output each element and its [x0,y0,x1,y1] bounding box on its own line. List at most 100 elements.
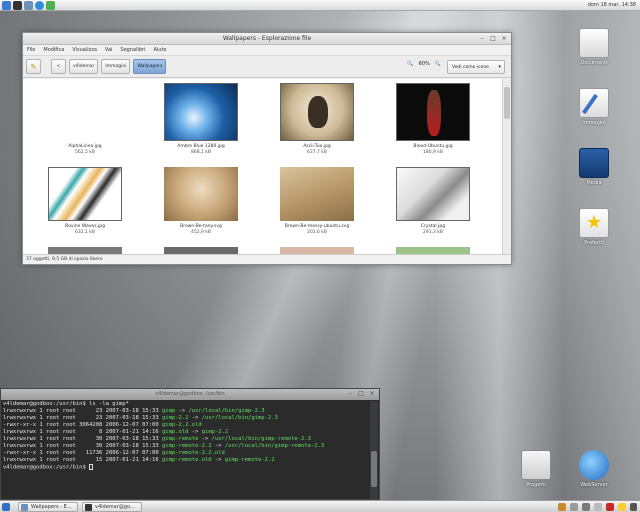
minimize-button[interactable]: – [478,35,486,42]
menu-help[interactable]: Aiuto [153,47,166,53]
file-size: 562,5 kB [74,150,95,155]
menu-go[interactable]: Vai [105,47,113,53]
window-titlebar[interactable]: Wallpapers - Esplorazione file – □ × [23,33,511,45]
desktop-icon-label: Documenti [580,60,608,66]
terminal-line-text: -rwxr-xr-x 1 root root 3064208 2006-12-0… [3,422,162,428]
desktop-icon-images[interactable]: Immagini [568,88,620,126]
desktop-icon-favorites[interactable]: ★ Preferiti [568,208,620,246]
breadcrumb-images[interactable]: Immagini [101,59,131,74]
kde-menu-icon[interactable] [2,0,11,10]
file-thumbnail [396,167,470,221]
terminal-filename: gimp-remote-2.2 [161,443,212,449]
network-icon[interactable] [594,503,602,511]
file-name: Bovine Waves.jpg [65,224,105,229]
file-manager-window[interactable]: Wallpapers - Esplorazione file – □ × Fil… [22,32,512,265]
file-item[interactable]: Bovine Waves.jpg 632,1 kB [35,167,135,235]
scrollbar-thumb[interactable] [371,451,377,487]
breadcrumb-home[interactable]: v4ldemar [69,59,99,74]
task-file-manager[interactable]: Wallpapers - E... [18,502,78,512]
desktop-icon-documents[interactable]: Documenti [568,28,620,66]
menu-file[interactable]: File [27,47,35,53]
minimize-button[interactable]: – [346,390,354,397]
paint-icon[interactable] [46,0,55,10]
terminal-icon[interactable] [13,0,22,10]
terminal-arrow: -> [198,436,212,442]
back-button[interactable]: < [51,59,66,74]
desktop-icon-media[interactable]: Media [568,148,620,186]
window-titlebar[interactable]: v4ldemar@godbox: /usr/bin – □ × [1,389,379,400]
browser-icon[interactable] [35,0,44,10]
terminal-line: lrwxrwxrwx 1 root root 23 2007-03-18 15:… [3,415,369,422]
folder-icon[interactable] [24,0,33,10]
file-name: Crystal.jpg [420,224,446,229]
file-thumbnail [280,167,354,221]
terminal-output[interactable]: v4ldemar@godbox:/usr/bin$ ls -la gimp* lr… [3,401,369,499]
terminal-window[interactable]: v4ldemar@godbox: /usr/bin – □ × v4ldemar… [0,388,380,500]
terminal-line-text: lrwxrwxrwx 1 root root 23 2007-03-18 15:… [3,415,162,421]
breadcrumb-wallpapers[interactable]: Wallpapers [133,59,167,74]
lock-icon[interactable] [570,503,578,511]
terminal-line: lrwxrwxrwx 1 root root 30 2007-03-18 15:… [3,436,369,443]
chat-icon[interactable] [618,503,626,511]
task-label: v4ldemar@go... [95,504,135,510]
edit-location-button[interactable]: ✎ [26,59,41,74]
menu-edit[interactable]: Modifica [43,47,64,53]
maximize-button[interactable]: □ [489,35,497,42]
file-thumbnail [280,83,354,141]
zoom-out-icon[interactable]: 🔍 [407,61,413,67]
file-thumbnail [48,167,122,221]
scrollbar-thumb[interactable] [504,87,510,119]
zoom-in-icon[interactable]: 🔍 [435,61,441,67]
terminal-arrow: -> [188,429,202,435]
file-name: AlphaLinea.jpg [68,144,102,149]
file-item[interactable]: Crystal.jpg 291,3 kB [383,167,483,235]
terminal-link-target: /usr/local/bin/gimp-2.3 [201,415,278,421]
close-button[interactable]: × [500,35,508,42]
volume-icon[interactable] [630,503,637,511]
clock[interactable]: dom 18 mar, 14:38 [588,2,636,8]
terminal-arrow: -> [175,408,189,414]
media-icon [579,148,609,178]
terminal-line: lrwxrwxrwx 1 root root 23 2007-03-18 15:… [3,408,369,415]
terminal-filename: gimp [161,408,176,414]
file-item[interactable]: Brown-Be-messy-ubuntu.svg 202,6 kB [267,167,367,235]
file-size: 637,7 kB [306,150,327,155]
file-item[interactable]: Brown-Be-tany.svg 452,9 kB [151,167,251,235]
menu-bookmarks[interactable]: Segnalibri [120,47,145,53]
terminal-line: v4ldemar@godbox:/usr/bin$ [3,464,369,472]
terminal-line: lrwxrwxrwx 1 root root 8 2007-01-21 14:1… [3,429,369,436]
maximize-button[interactable]: □ [357,390,365,397]
kde-start-icon[interactable] [2,503,10,511]
desktop-icon-webserver[interactable]: WebServer [568,450,620,488]
file-item[interactable]: AlphaLinea.jpg 562,5 kB [35,83,135,155]
webserver-icon [579,450,609,480]
desktop-icon-projects[interactable]: Progetti [510,450,562,488]
terminal-line: -rwxr-xr-x 1 root root 11736 2006-12-07 … [3,450,369,457]
zoom-level: 60% [418,61,430,67]
terminal-line-text: v4ldemar@godbox:/usr/bin$ ls -la gimp* [3,401,129,407]
terminal-filename: gimp-remote [161,436,199,442]
close-button[interactable]: × [368,390,376,397]
view-mode-label: Vedi come icone [452,64,489,70]
terminal-link-target: gimp-remote-2.2 [224,457,275,463]
terminal-line-text: lrwxrwxrwx 1 root root 30 2007-03-18 15:… [3,443,162,449]
clipboard-icon[interactable] [582,503,590,511]
terminal-line-text: lrwxrwxrwx 1 root root 8 2007-01-21 14:1… [3,429,162,435]
menu-view[interactable]: Visualizza [72,47,97,53]
file-item[interactable]: Ascii-Tux.jpg 637,7 kB [267,83,367,155]
file-size: 202,6 kB [306,230,327,235]
terminal-arrow: -> [188,415,202,421]
file-name: Brown-Be-tany.svg [180,224,222,229]
file-item[interactable]: Ambre Blue 1280.jpg 868,1 kB [151,83,251,155]
shield-icon[interactable] [606,503,614,511]
terminal-cursor [89,464,94,470]
terminal-line: -rwxr-xr-x 1 root root 3064208 2006-12-0… [3,422,369,429]
file-view[interactable]: AlphaLinea.jpg 562,5 kB Ambre Blue 1280.… [23,79,503,255]
top-panel: dom 18 mar, 14:38 [0,0,640,11]
tool-icon[interactable] [558,503,566,511]
view-mode-select[interactable]: Vedi come icone ▾ [447,60,505,74]
task-terminal[interactable]: v4ldemar@go... [82,502,142,512]
terminal-scrollbar[interactable] [370,401,378,499]
file-item[interactable]: Blood-Ubuntu.jpg 180,9 kB [383,83,483,155]
vertical-scrollbar[interactable] [502,79,511,255]
